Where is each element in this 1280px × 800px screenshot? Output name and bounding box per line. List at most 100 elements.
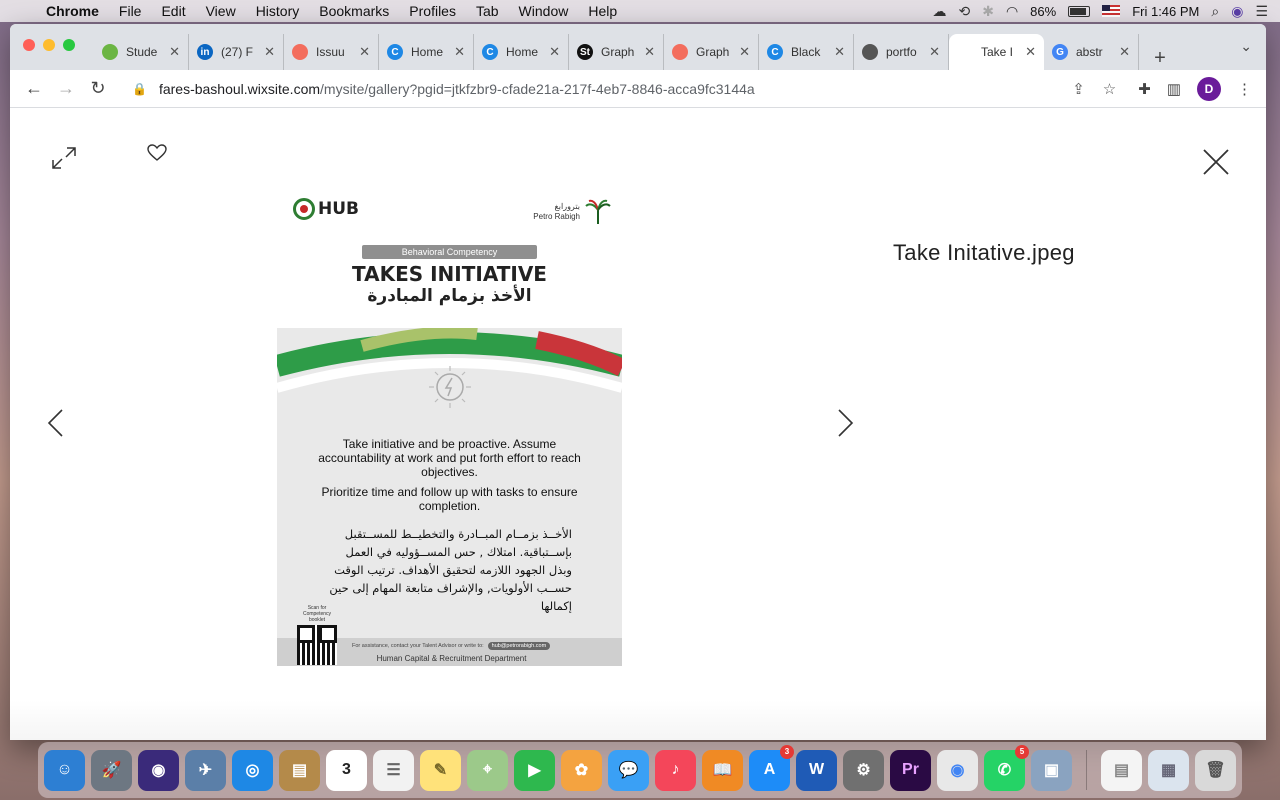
hub-logo-text: HUB <box>318 199 359 219</box>
dock-siri-icon[interactable]: ◉ <box>138 749 179 791</box>
dock-image-capture-icon[interactable]: ▣ <box>1031 749 1072 791</box>
menu-profiles[interactable]: Profiles <box>399 3 466 19</box>
spotlight-search-icon[interactable]: ⌕ <box>1211 3 1219 20</box>
previous-image-arrow-icon[interactable] <box>46 408 66 438</box>
battery-percent[interactable]: 86% <box>1030 4 1056 19</box>
tab-title: Graph <box>601 45 635 59</box>
browser-tab[interactable]: Stude ✕ <box>94 34 189 70</box>
notification-center-icon[interactable]: ☰ <box>1255 3 1268 20</box>
expand-icon[interactable] <box>50 144 78 172</box>
wifi-icon[interactable]: ◠ <box>1006 3 1018 20</box>
dock-whatsapp-icon[interactable]: ✆ 5 <box>984 744 1029 791</box>
close-tab-icon[interactable]: ✕ <box>454 44 465 60</box>
lightbox-bottom-strip <box>10 700 1266 740</box>
close-tab-icon[interactable]: ✕ <box>739 44 750 60</box>
dock-premiere-icon[interactable]: Pr <box>890 749 931 791</box>
menubar-clock[interactable]: Fri 1:46 PM <box>1132 4 1199 19</box>
siri-icon[interactable]: ◉ <box>1231 3 1243 20</box>
dock-music-icon[interactable]: ♪ <box>655 749 696 791</box>
close-lightbox-icon[interactable] <box>1202 148 1230 176</box>
dock-app-glyph: ✿ <box>574 762 589 779</box>
menu-bookmarks[interactable]: Bookmarks <box>309 3 399 19</box>
next-image-arrow-icon[interactable] <box>835 408 855 438</box>
close-tab-icon[interactable]: ✕ <box>549 44 560 60</box>
bluetooth-icon[interactable]: ✱ <box>982 3 994 20</box>
dock-app-glyph: 📖 <box>712 762 733 779</box>
forward-arrow-icon[interactable]: → <box>50 78 82 99</box>
input-source-flag-icon[interactable] <box>1102 5 1121 17</box>
browser-tab[interactable]: in (27) F ✕ <box>189 34 284 70</box>
dock-app-store-icon[interactable]: A3 <box>749 744 794 791</box>
new-tab-button[interactable]: + <box>1145 47 1175 70</box>
petro-rabigh-logo: بترورابغ Petro Rabigh <box>533 198 612 226</box>
dock-trash-icon[interactable]: 🗑 <box>1195 749 1236 791</box>
close-tab-icon[interactable]: ✕ <box>169 44 180 60</box>
dock-reminders-icon[interactable]: ☰ <box>373 749 414 791</box>
close-tab-icon[interactable]: ✕ <box>1025 44 1036 60</box>
menu-edit[interactable]: Edit <box>151 3 195 19</box>
close-tab-icon[interactable]: ✕ <box>644 44 655 60</box>
menu-tab[interactable]: Tab <box>466 3 509 19</box>
dock-maps-icon[interactable]: ⌖ <box>467 749 508 791</box>
back-arrow-icon[interactable]: ← <box>18 78 50 99</box>
dock-photos-icon[interactable]: ✿ <box>561 749 602 791</box>
side-panel-icon[interactable]: ▥ <box>1167 80 1181 98</box>
reload-icon[interactable]: ↻ <box>82 78 114 99</box>
lock-icon[interactable]: 🔒 <box>132 82 147 96</box>
close-window-button[interactable] <box>23 39 35 51</box>
menu-help[interactable]: Help <box>578 3 627 19</box>
dock-notes-icon[interactable]: ✎ <box>420 749 461 791</box>
dock-calendar-icon[interactable]: 3 <box>326 749 367 791</box>
dock-facetime-icon[interactable]: ▶ <box>514 749 555 791</box>
menu-view[interactable]: View <box>196 3 246 19</box>
browser-tab[interactable]: Issuu ✕ <box>284 34 379 70</box>
dock-finder-icon[interactable]: ☺ <box>44 749 85 791</box>
dock-launchpad-icon[interactable]: 🚀 <box>91 749 132 791</box>
dock-app-glyph: ⚙ <box>856 762 871 779</box>
dock-books-icon[interactable]: 📖 <box>702 749 743 791</box>
dock-safari-icon[interactable]: ◎ <box>232 749 273 791</box>
dock-notebook-icon[interactable]: ▤ <box>279 749 320 791</box>
dock-chrome-icon[interactable]: ◉ <box>937 749 978 791</box>
close-tab-icon[interactable]: ✕ <box>264 44 275 60</box>
close-tab-icon[interactable]: ✕ <box>834 44 845 60</box>
close-tab-icon[interactable]: ✕ <box>929 44 940 60</box>
creative-cloud-icon[interactable]: ☁ <box>932 3 946 20</box>
dock-document-stack-icon[interactable]: ▤ <box>1101 749 1142 791</box>
minimize-window-button[interactable] <box>43 39 55 51</box>
extensions-puzzle-icon[interactable]: ✚ <box>1138 80 1151 98</box>
menu-window[interactable]: Window <box>509 3 579 19</box>
profile-avatar[interactable]: D <box>1197 76 1221 101</box>
menu-history[interactable]: History <box>246 3 310 19</box>
dock-system-preferences-icon[interactable]: ⚙ <box>843 749 884 791</box>
browser-tab[interactable]: Take I ✕ <box>949 34 1044 70</box>
share-icon[interactable]: ⇪ <box>1072 80 1085 98</box>
heart-icon[interactable] <box>147 144 167 162</box>
battery-icon[interactable] <box>1068 5 1091 17</box>
dock-messages-icon[interactable]: 💬 <box>608 749 649 791</box>
hub-logo: HUB <box>293 198 359 220</box>
dock-word-icon[interactable]: W <box>796 749 837 791</box>
dock-app-glyph: 🚀 <box>101 762 122 779</box>
browser-tab[interactable]: portfo ✕ <box>854 34 949 70</box>
bookmark-star-icon[interactable]: ☆ <box>1103 80 1116 98</box>
chrome-menu-icon[interactable]: ⋮ <box>1237 80 1252 98</box>
time-machine-icon[interactable]: ⟲ <box>958 3 970 20</box>
browser-tab[interactable]: C Home ✕ <box>379 34 474 70</box>
dock-app-glyph: ☺ <box>56 761 73 778</box>
close-tab-icon[interactable]: ✕ <box>1119 44 1130 60</box>
close-tab-icon[interactable]: ✕ <box>359 44 370 60</box>
browser-tab[interactable]: St Graph ✕ <box>569 34 664 70</box>
dock-downloads-stack-icon[interactable]: ▦ <box>1148 749 1189 791</box>
menu-app-name[interactable]: Chrome <box>36 3 109 19</box>
address-bar[interactable]: 🔒 fares-bashoul.wixsite.com/mysite/galle… <box>120 73 1129 104</box>
petro-rabigh-arabic: بترورابغ <box>554 202 581 211</box>
browser-tab[interactable]: Gabstr ✕ <box>1044 34 1139 70</box>
menu-file[interactable]: File <box>109 3 152 19</box>
browser-tab[interactable]: Graph ✕ <box>664 34 759 70</box>
browser-tab[interactable]: C Black ✕ <box>759 34 854 70</box>
dock-preview-icon[interactable]: ✈ <box>185 749 226 791</box>
zoom-window-button[interactable] <box>63 39 75 51</box>
browser-tab[interactable]: C Home ✕ <box>474 34 569 70</box>
tab-search-chevron-icon[interactable]: ⌄ <box>1240 38 1252 55</box>
